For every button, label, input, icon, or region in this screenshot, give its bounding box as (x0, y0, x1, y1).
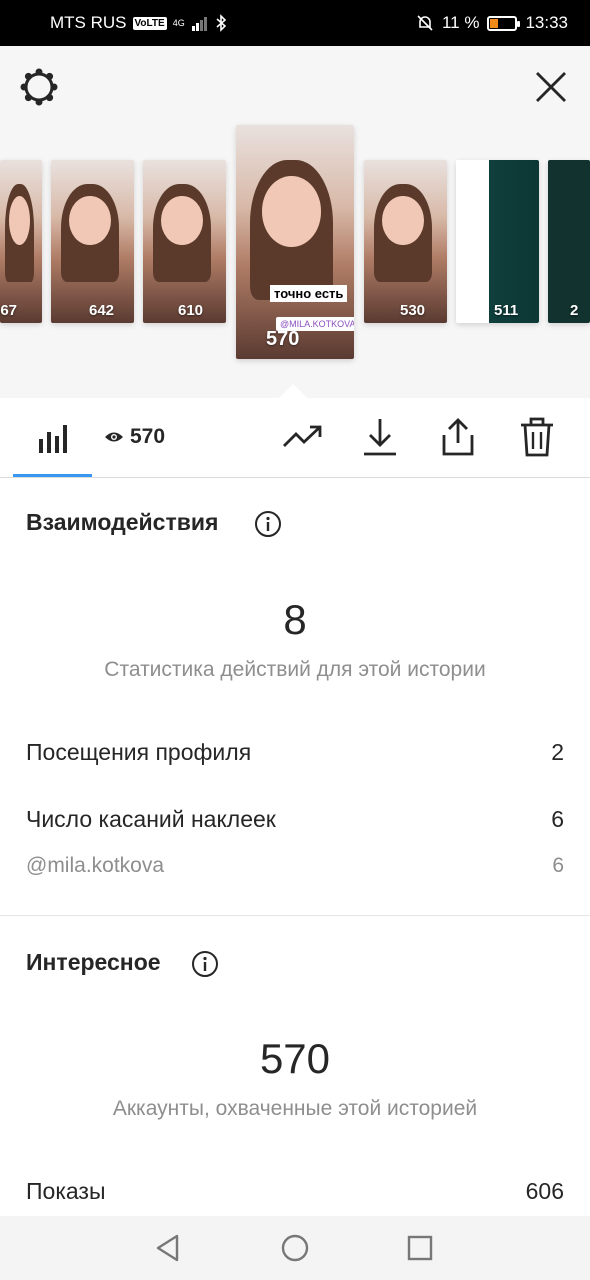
tab-stats[interactable] (30, 416, 74, 458)
delete-button[interactable] (518, 416, 556, 458)
volte-badge: VoLTE (132, 16, 167, 30)
tab-viewers[interactable]: 570 (104, 416, 184, 458)
stat-value: 2 (551, 739, 564, 765)
story-thumbnail[interactable]: 642 (51, 160, 134, 323)
story-thumbnail[interactable]: 530 (364, 160, 447, 323)
stat-label: Показы (26, 1178, 106, 1204)
interactions-title: Взаимодействия (26, 509, 219, 535)
story-thumbnail[interactable]: 2 (548, 160, 590, 323)
discovery-subtitle: Аккаунты, охваченные этой историей (112, 1097, 478, 1120)
trash-icon (521, 417, 553, 457)
story-view-count: 2 (570, 302, 579, 319)
story-carousel-area: 567 642 610 точно есть @MILA.KOTKOVA 570… (0, 46, 590, 398)
info-icon[interactable] (191, 950, 219, 978)
story-view-count: 511 (494, 302, 519, 319)
share-icon (442, 418, 474, 456)
discovery-title: Интересное (26, 949, 161, 975)
stat-value: 606 (525, 1178, 564, 1204)
trending-up-icon (283, 425, 322, 447)
mute-bell-icon (417, 15, 433, 31)
info-icon[interactable] (254, 510, 282, 538)
story-thumbnail[interactable]: 610 (143, 160, 226, 323)
story-toolbar: 570 (0, 398, 590, 478)
mention-label: @mila.kotkova (26, 854, 165, 877)
gear-icon[interactable] (18, 66, 60, 108)
eye-icon (105, 432, 123, 442)
stat-label: Посещения профиля (26, 739, 252, 765)
network-label: 4G (172, 17, 185, 28)
story-view-count: 567 (0, 302, 18, 319)
battery-percent: 11 % (441, 13, 480, 32)
interactions-subtitle: Статистика действий для этой истории (104, 658, 486, 681)
recents-square-icon[interactable] (402, 1230, 438, 1266)
story-view-count: 570 (266, 328, 300, 350)
share-button[interactable] (438, 416, 478, 458)
story-caption: точно есть (270, 285, 348, 302)
stat-row: Посещения профиля 2 (26, 739, 564, 766)
story-view-count: 642 (89, 302, 115, 319)
download-icon (364, 419, 396, 456)
stat-row: Показы 606 (26, 1178, 564, 1205)
back-triangle-icon[interactable] (151, 1230, 187, 1266)
stat-sub-row: @mila.kotkova 6 (26, 854, 564, 878)
view-count: 570 (130, 425, 166, 448)
battery-icon (487, 15, 521, 31)
story-thumbnail[interactable]: 511 (456, 160, 539, 323)
signal-icon (191, 17, 207, 31)
interactions-total: 8 (283, 596, 307, 643)
story-thumbnail[interactable]: 567 (0, 160, 42, 323)
close-icon[interactable] (530, 66, 572, 108)
mention-value: 6 (552, 854, 564, 877)
home-circle-icon[interactable] (277, 1230, 313, 1266)
story-view-count: 610 (178, 302, 204, 319)
story-thumbnail-selected[interactable]: точно есть @MILA.KOTKOVA 570 (236, 125, 354, 359)
stat-row: Число касаний наклеек 6 (26, 806, 564, 833)
stat-label: Число касаний наклеек (26, 806, 276, 832)
story-view-count: 530 (400, 302, 426, 319)
system-nav-bar (0, 1216, 590, 1280)
carrier-label: MTS RUS (50, 13, 127, 32)
status-bar: MTS RUS VoLTE 4G 11 % 13:33 (0, 0, 590, 46)
promote-button[interactable] (280, 416, 324, 458)
stat-value: 6 (551, 806, 564, 832)
bluetooth-icon (216, 14, 226, 32)
tab-underline (13, 474, 92, 477)
clock: 13:33 (525, 13, 568, 32)
selected-story-caret (278, 383, 308, 398)
discovery-total: 570 (259, 1035, 331, 1082)
section-divider (0, 915, 590, 916)
bar-chart-icon (39, 425, 67, 453)
download-button[interactable] (360, 416, 400, 458)
